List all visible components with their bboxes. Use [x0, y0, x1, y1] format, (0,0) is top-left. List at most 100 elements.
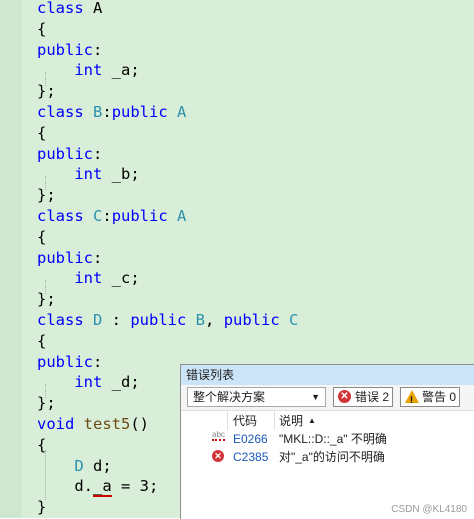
code-line: d._a = 3; [37, 476, 159, 498]
code-line: void test5() [37, 414, 149, 434]
code-text: : [102, 207, 112, 225]
error-icon: ✕ [338, 390, 351, 403]
column-header-description[interactable]: 说明 [279, 411, 303, 431]
code-text: { [37, 123, 47, 142]
code-line: { [37, 123, 46, 143]
code-line: int _c; [37, 268, 140, 288]
code-text: { [37, 435, 47, 454]
code-type: D [83, 311, 103, 329]
code-type: D [74, 456, 84, 475]
code-line: }; [37, 81, 56, 101]
code-type: C [279, 311, 299, 329]
code-line: int _b; [37, 164, 140, 184]
code-text: : [102, 311, 131, 329]
code-line: public: [37, 352, 102, 372]
error-code[interactable]: C2385 [233, 448, 268, 466]
code-line: class D : public B, public C [37, 310, 298, 330]
code-type: B [186, 311, 206, 329]
code-text: d; [83, 456, 112, 475]
error-code[interactable]: E0266 [233, 430, 268, 448]
code-text: : [93, 144, 103, 163]
code-text: = 3; [111, 477, 159, 496]
code-type: C [83, 207, 103, 225]
code-text: }; [37, 394, 56, 413]
code-line: }; [37, 185, 56, 205]
intellisense-error-icon: abc [212, 430, 225, 441]
scope-dropdown-value: 整个解决方案 [193, 390, 266, 404]
code-line: { [37, 331, 46, 351]
code-keyword: int [74, 61, 103, 80]
chevron-down-icon: ▼ [311, 392, 320, 402]
sort-ascending-icon: ▲ [308, 416, 316, 425]
code-keyword: public [37, 144, 93, 163]
code-line: public: [37, 248, 102, 268]
code-text: d. [74, 477, 93, 496]
code-text: _b; [102, 165, 140, 184]
code-keyword: public [37, 352, 93, 371]
code-keyword: void [37, 415, 75, 433]
code-keyword: int [74, 269, 103, 288]
error-row[interactable]: abc E0266 "MKL::D::_a" 不明确 [181, 430, 474, 448]
error-description: "MKL::D::_a" 不明确 [279, 432, 387, 446]
code-text: }; [37, 290, 56, 309]
code-line: }; [37, 289, 56, 309]
code-text: }; [37, 186, 56, 205]
column-header-code[interactable]: 代码 [233, 411, 257, 431]
code-keyword: public [130, 311, 187, 329]
watermark: CSDN @KL4180 [391, 504, 467, 515]
code-keyword: public [111, 207, 168, 225]
code-keyword: int [74, 373, 103, 392]
code-line: public: [37, 40, 102, 60]
code-line: D d; [37, 456, 112, 476]
code-text: } [37, 498, 47, 517]
code-function-name: test5 [74, 415, 131, 433]
code-line: class A [37, 0, 102, 18]
code-type: A [167, 207, 187, 225]
column-divider [274, 411, 275, 431]
code-text: _c; [102, 269, 140, 288]
code-text: : [93, 248, 103, 267]
scope-dropdown[interactable]: 整个解决方案 ▼ [187, 387, 326, 407]
code-line: } [37, 497, 46, 517]
code-text: : [93, 40, 103, 59]
errors-filter-button[interactable]: ✕ 错误 2 [333, 387, 393, 407]
code-text: }; [37, 82, 56, 101]
warnings-filter-button[interactable]: ! 警告 0 [400, 387, 460, 407]
code-type: B [83, 103, 103, 121]
code-error-token: _a [93, 477, 112, 498]
code-keyword: public [111, 103, 168, 121]
error-list-toolbar: 整个解决方案 ▼ ✕ 错误 2 ! 警告 0 [181, 386, 474, 410]
error-list-empty-area: CSDN @KL4180 [181, 466, 474, 519]
code-line: class B:public A [37, 102, 186, 122]
code-keyword: public [223, 311, 280, 329]
code-line: int _a; [37, 60, 140, 80]
code-text: : [93, 352, 103, 371]
code-line: int _d; [37, 372, 140, 392]
code-text: { [37, 331, 47, 350]
error-grid-header: 代码 说明 ▲ [181, 410, 474, 432]
warning-icon-mark: ! [410, 395, 413, 405]
panel-title-bar: 错误列表 [181, 365, 474, 385]
code-keyword: class [37, 103, 84, 121]
warnings-filter-label: 警告 0 [422, 390, 457, 404]
code-text: _a; [102, 61, 140, 80]
error-icon: ✕ [212, 450, 224, 462]
error-row[interactable]: ✕ C2385 对"_a"的访问不明确 [181, 448, 474, 466]
code-line: { [37, 227, 46, 247]
code-keyword: public [37, 248, 93, 267]
error-list-panel: 错误列表 整个解决方案 ▼ ✕ 错误 2 ! 警告 0 代码 说明 ▲ abc … [180, 364, 474, 519]
code-keyword: class [37, 207, 84, 225]
code-text: : [102, 103, 112, 121]
code-line: { [37, 19, 46, 39]
error-description: 对"_a"的访问不明确 [279, 450, 385, 464]
code-line: { [37, 435, 46, 455]
code-text: () [130, 415, 149, 433]
code-text: _d; [102, 373, 140, 392]
code-line: class C:public A [37, 206, 186, 226]
code-keyword: int [74, 165, 103, 184]
code-text: { [37, 19, 47, 38]
